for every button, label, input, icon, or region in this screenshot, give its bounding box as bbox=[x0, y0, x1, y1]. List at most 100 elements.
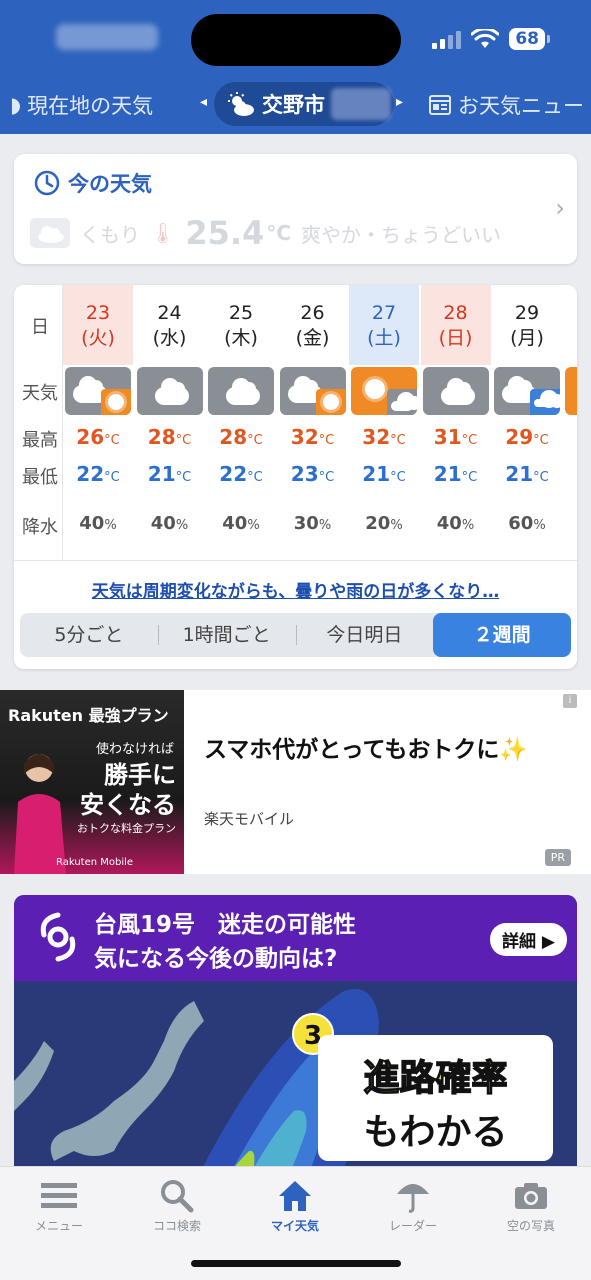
forecast-rain: 40% bbox=[63, 513, 133, 534]
forecast-day-column[interactable]: 24 (水) 28°C 21°C 40% bbox=[135, 285, 207, 560]
forecast-low-unit: °C bbox=[175, 470, 192, 485]
nav-item-menu[interactable]: メニュー bbox=[0, 1175, 118, 1234]
forecast-low-unit: °C bbox=[247, 470, 263, 485]
prev-arrow-icon[interactable]: ◂ bbox=[200, 94, 207, 110]
typhoon-detail-button[interactable]: 詳細 ▶ bbox=[490, 923, 567, 956]
forecast-high-value: 31 bbox=[433, 425, 462, 449]
forecast-low-value: 22 bbox=[76, 462, 105, 486]
forecast-dow: (火) bbox=[81, 327, 115, 349]
forecast-day-header: 25 (木) bbox=[206, 285, 276, 365]
forecast-rain: 60% bbox=[492, 513, 562, 534]
tab-selected-city[interactable]: 交野市 bbox=[214, 82, 394, 126]
forecast-date: 28 bbox=[443, 302, 468, 324]
forecast-high-unit: °C bbox=[104, 433, 120, 448]
forecast-day-column[interactable]: 27 (土) 32°C 21°C 20% bbox=[349, 285, 421, 560]
label-high: 最高 bbox=[22, 430, 58, 451]
comfort-index: 爽やか・ちょうどいい bbox=[301, 222, 502, 247]
ad-info-icon[interactable]: i bbox=[563, 694, 577, 708]
ad-image[interactable]: Rakuten 最強プラン 使わなければ 勝手に 安くなる おトクな料金プラン … bbox=[0, 690, 184, 874]
forecast-summary-link[interactable]: 天気は周期変化ながらも、曇りや雨の日が多くなり… bbox=[14, 577, 577, 602]
city-suffix-blurred bbox=[331, 88, 391, 120]
battery-indicator: 68 bbox=[509, 28, 550, 50]
nav-item-radar[interactable]: レーダー bbox=[354, 1175, 472, 1234]
ad-banner[interactable]: Rakuten 最強プラン 使わなければ 勝手に 安くなる おトクな料金プラン … bbox=[0, 690, 591, 874]
next-arrow-icon[interactable]: ▸ bbox=[396, 94, 403, 110]
forecast-row-labels: 日 天気 最高 最低 降水 bbox=[14, 285, 62, 560]
forecast-high: 32°C bbox=[278, 425, 348, 449]
forecast-high-unit: °C bbox=[318, 433, 335, 448]
forecast-rain-value: 40 bbox=[222, 513, 248, 534]
forecast-high: 31°C bbox=[421, 425, 491, 449]
forecast-day-column[interactable]: 25 (木) 28°C 22°C 40% bbox=[206, 285, 278, 560]
home-indicator bbox=[191, 1260, 401, 1267]
current-weather-row: くもり 🌡 25.4 °C 爽やか・ちょうどいい bbox=[30, 214, 501, 252]
wifi-icon bbox=[471, 29, 500, 48]
forecast-day-column[interactable]: 23 (火) 26°C 22 °C 40% bbox=[63, 285, 135, 560]
nav-item-sky-photos-label: 空の写真 bbox=[506, 1219, 555, 1233]
forecast-low-value: 21 bbox=[433, 462, 462, 486]
forecast-low-value: 21 bbox=[147, 462, 176, 486]
forecast-columns[interactable]: 23 (火) 26°C 22°C 40% 24 (水) 28°C 21°C 40% 25 (木) 28°… bbox=[63, 285, 577, 560]
forecast-high-unit: °C bbox=[390, 433, 406, 448]
segment-option[interactable]: 1時間ごと bbox=[157, 613, 296, 657]
current-temperature-unit: °C bbox=[266, 221, 292, 245]
forecast-rain: 30% bbox=[278, 513, 348, 534]
forecast-high: 26°C bbox=[63, 425, 133, 449]
forecast-day-column[interactable]: 28 (日) 31°C 21°C 40% bbox=[420, 285, 493, 560]
nav-item-search[interactable]: ココ検索 bbox=[118, 1175, 236, 1234]
forecast-day-header: 27 (土) bbox=[349, 285, 419, 365]
status-icons: 68 bbox=[432, 28, 550, 50]
forecast-date: 23 bbox=[85, 302, 111, 324]
weather-sun-cloud-icon bbox=[351, 367, 417, 415]
camera-icon bbox=[515, 1183, 547, 1209]
forecast-rain-value: 20 bbox=[365, 513, 391, 534]
forecast-rain: 40% bbox=[135, 513, 205, 534]
typhoon-banner[interactable]: 台風19号 迷走の可能性 気になる今後の動向は? 詳細 ▶ 3 進路確率 もわか… bbox=[14, 895, 577, 1185]
forecast-rain-unit: % bbox=[104, 518, 117, 533]
forecast-low: 22°C bbox=[206, 462, 276, 486]
tab-current-location-label: 現在地の天気 bbox=[27, 94, 154, 118]
forecast-low-value: 23 bbox=[290, 462, 319, 486]
status-time-blurred bbox=[56, 24, 158, 50]
tab-weather-news[interactable]: お天気ニュー bbox=[428, 90, 584, 120]
news-icon bbox=[429, 95, 451, 115]
typhoon-callout-line-1: 進路確率 bbox=[363, 1057, 509, 1100]
forecast-dow: (日) bbox=[438, 327, 473, 349]
forecast-high-value: 32 bbox=[362, 425, 391, 449]
nav-item-my-weather[interactable]: マイ天気 bbox=[236, 1175, 354, 1234]
forecast-rain-value: 30 bbox=[293, 513, 319, 534]
umbrella-icon bbox=[397, 1184, 429, 1213]
forecast-dow: (水) bbox=[152, 327, 187, 349]
city-name: 交野市 bbox=[262, 93, 325, 117]
current-weather-card[interactable]: 今の天気 くもり 🌡 25.4 °C 爽やか・ちょうどいい › bbox=[14, 154, 577, 264]
tab-current-location[interactable]: ◗ 現在地の天気 bbox=[10, 90, 153, 120]
label-day: 日 bbox=[31, 317, 49, 338]
forecast-rain-unit: % bbox=[318, 518, 332, 533]
segment-option[interactable]: 今日明日 bbox=[295, 613, 434, 657]
forecast-low-value: 21 bbox=[505, 462, 534, 486]
segment-option[interactable]: ２週間 bbox=[433, 613, 571, 657]
forecast-day-column[interactable]: 29 (月) 29°C 21°C 60% bbox=[492, 285, 564, 560]
thermometer-icon: 🌡 bbox=[150, 221, 176, 245]
forecast-high: 28°C bbox=[206, 425, 276, 449]
location-tabs: ◗ 現在地の天気 ◂ 交野市 ▸ お天気ニュー bbox=[0, 78, 591, 130]
forecast-high: 32°C bbox=[349, 425, 419, 449]
ad-copy-small: おトクな料金プラン bbox=[77, 822, 176, 835]
weather-cloud-icon bbox=[208, 367, 274, 415]
signal-icon bbox=[432, 29, 462, 49]
weather-cloud-icon bbox=[136, 367, 203, 415]
weather-cloud-rain-icon bbox=[494, 367, 560, 415]
nav-item-menu-label: メニュー bbox=[34, 1219, 83, 1233]
forecast-rain-value: 40 bbox=[436, 513, 462, 534]
forecast-dow: (土) bbox=[367, 327, 401, 349]
nav-item-sky-photos[interactable]: 空の写真 bbox=[472, 1175, 590, 1234]
typhoon-headline-1: 台風19号 迷走の可能性 bbox=[94, 912, 357, 938]
ad-headline[interactable]: スマホ代がとってもおトクに✨ bbox=[204, 730, 528, 764]
forecast-rain-unit: % bbox=[247, 518, 260, 533]
forecast-day-column[interactable]: 26 (金) 32°C 23°C 30% bbox=[278, 285, 350, 560]
segment-option[interactable]: 5分ごと bbox=[20, 613, 158, 657]
forecast-high-value: 29 bbox=[505, 425, 534, 449]
forecast-low-value: 22 bbox=[219, 462, 248, 486]
forecast-rain-unit: % bbox=[175, 518, 189, 533]
chevron-right-icon: › bbox=[555, 194, 565, 222]
